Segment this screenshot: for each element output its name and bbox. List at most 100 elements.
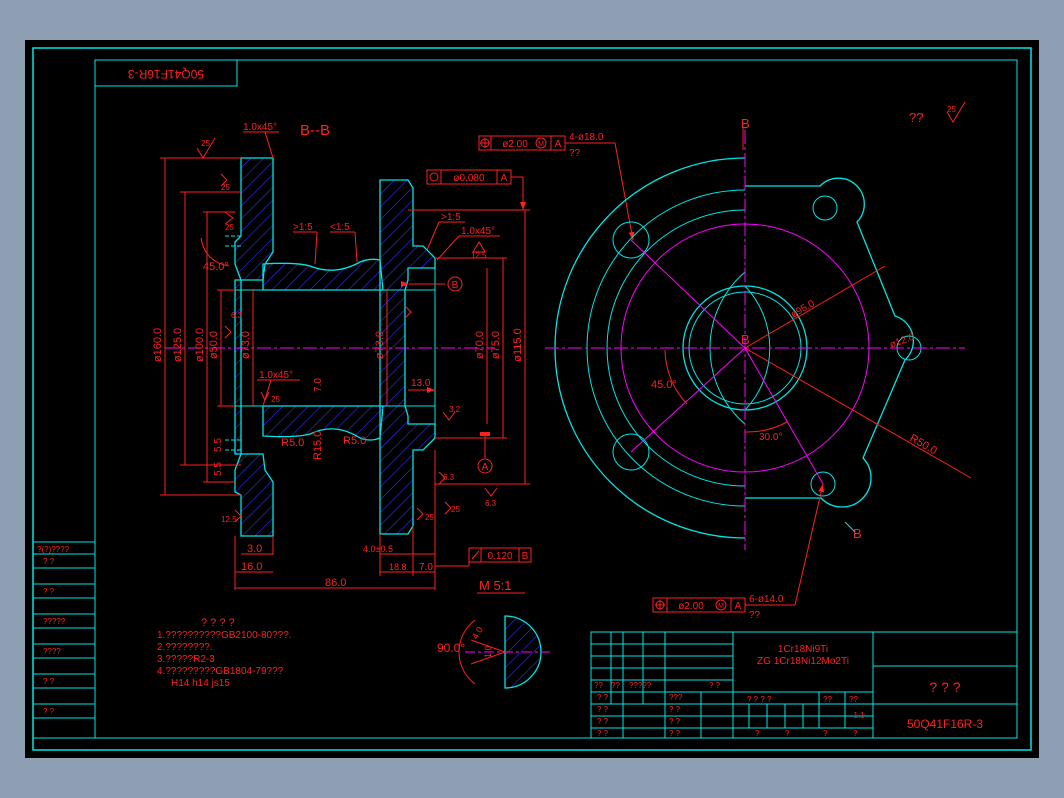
tb-r1a: ?? [594,681,603,690]
slope-lt: <1:5 [330,222,350,233]
pos2-m: M [718,603,724,610]
dim-13: 13.0 [411,378,431,389]
tb-q2: ? ? [597,705,609,714]
rotated-number-box: 50Q41F16R-3 [94,59,238,87]
right-flange [379,179,436,535]
dim-d70: ø70.0 [474,331,486,359]
tb-s3: ? [823,729,828,738]
tb-r1b: ?? [611,681,620,690]
dim-r5b: R5.0 [343,435,366,447]
dim-4: 4.0±0.5 [363,544,393,554]
rough-12-5: 12.5 [471,251,487,260]
rough-25-e: 25 [425,513,434,522]
cad-drawing: 50Q41F16R-3 B--B ø160.0 ø125.0 ø100.0 ø5… [32,47,1032,751]
dim-1-0: 1.0 [483,645,493,658]
dim-7b: 7.0 [419,562,433,573]
rough-25-a: 25 [201,139,210,148]
dim-r5a: R5.0 [281,437,304,449]
datum-a: A [482,462,489,473]
angle-90: 90.0° [437,641,465,655]
scale-note: M 5:1 [479,578,512,593]
material-1: 1Cr18Ni9Ti [778,644,828,655]
section-title: B--B [300,122,330,139]
rough-3-2: 3.2 [449,405,461,414]
rough-25-d: 25 [271,395,280,404]
left-row-2: ????? [43,617,66,626]
tb-r1d: ??? [669,693,683,702]
tb-stage: ? ? ? ? [747,695,772,704]
left-row-4: ? ? [43,677,55,686]
note-3: 3.?????R2-3 [157,654,215,665]
dim-d160: ø160.0 [152,328,164,362]
dim-d115: ø115.0 [512,328,524,361]
left-row-5: ? ? [43,707,55,716]
left-row-3: ???? [43,647,61,656]
drawing-sheet: 50Q41F16R-3 B--B ø160.0 ø125.0 ø100.0 ø5… [25,40,1039,758]
runout-value: ø0.080 [453,173,485,184]
holes1: 4-ø18.0 [569,132,604,143]
left-row-1: ? ? [43,587,55,596]
bolt-hole-3 [812,195,838,221]
tb-r1e: ? ? [709,681,721,690]
tb-r1c: ????? [629,681,652,690]
dim-d50: ø50.0 [208,331,220,359]
slope-gt: >1:5 [293,222,313,233]
tb-q4: ? ? [597,729,609,738]
corner-roughness: ?? [909,110,923,125]
pos1-value: ø2.00 [502,139,528,150]
dim-d75: ø75.0 [490,331,502,359]
dim-r15: R15.0 [312,431,324,460]
dim-d95: ø95.0 [789,298,817,321]
runout-ref: A [501,173,508,184]
holes1-q: ?? [569,148,581,159]
tb-q7: ? ? [669,729,681,738]
dim-7: 7.0 [313,378,324,392]
note-5: H14 h14 js15 [171,678,230,689]
rough-6-3b: 6.3 [443,473,455,482]
dim-d73: ø73.0 [240,331,252,359]
rough-25-f: 25 [451,505,460,514]
tb-s4: ? [853,729,858,738]
slope-gt2: >1:5 [441,212,461,223]
rough-25-b: 25 [221,183,230,192]
chamfer-top: 1.0x45° [243,122,277,133]
note-1: 1.??????????GB2100-80???. [157,630,292,641]
dim-16: 16.0 [241,561,262,573]
angle-30: 30.0° [759,432,782,443]
perp-value: 0.120 [487,551,512,562]
holes2-q: ?? [749,610,761,621]
perp-ref: B [522,551,529,562]
end-view: B B B ø95.0 ø12.0 R50.0 45.0° 30.0° ?? 2… [545,101,972,621]
scale-value: 1:1 [853,711,865,720]
tb-q6: ? ? [669,717,681,726]
section-mark-bottom: B [853,526,862,541]
rough-25-c: 25 [225,223,234,232]
note-2: 2.????????. [157,642,213,653]
dim-d100: ø100.0 [194,328,206,362]
center-mark: B [741,332,750,347]
dim-5-5a: 5.5 [213,438,224,452]
tb-s2: ? [785,729,790,738]
material-2: ZG 1Cr18Ni12Mo2Ti [757,656,849,667]
tb-qq1: ?? [823,695,832,704]
rough-12-5b: 12.5 [221,515,237,524]
angle-45b: 45.0° [651,379,677,391]
section-view: B--B ø160.0 ø125.0 ø100.0 ø50.0 ø73.0 ø7… [152,122,635,594]
dim-18-8: 18.8 [389,562,407,572]
note-4: 4.?????????GB1804-79??? [157,666,284,677]
dim-5-5b: 5.5 [213,462,224,476]
tb-q1: ? ? [597,693,609,702]
pos1-m: M [538,141,544,148]
drawing-code: 50Q41F16R-3 [907,717,983,731]
tb-q5: ? ? [669,705,681,714]
tb-q3: ? ? [597,717,609,726]
rotated-drawing-number: 50Q41F16R-3 [128,67,204,81]
left-table-header: ?(?)???? [37,545,70,554]
tb-s1: ? [755,729,760,738]
angle-45: 45.0° [203,261,229,273]
notes-title: ? ? ? ? [201,617,235,629]
pos1-ref: A [555,139,562,150]
rough-6-3c: 6.3 [485,499,497,508]
chamfer-inner: 1.0x45° [259,370,293,381]
dim-r50: R50.0 [908,432,939,457]
